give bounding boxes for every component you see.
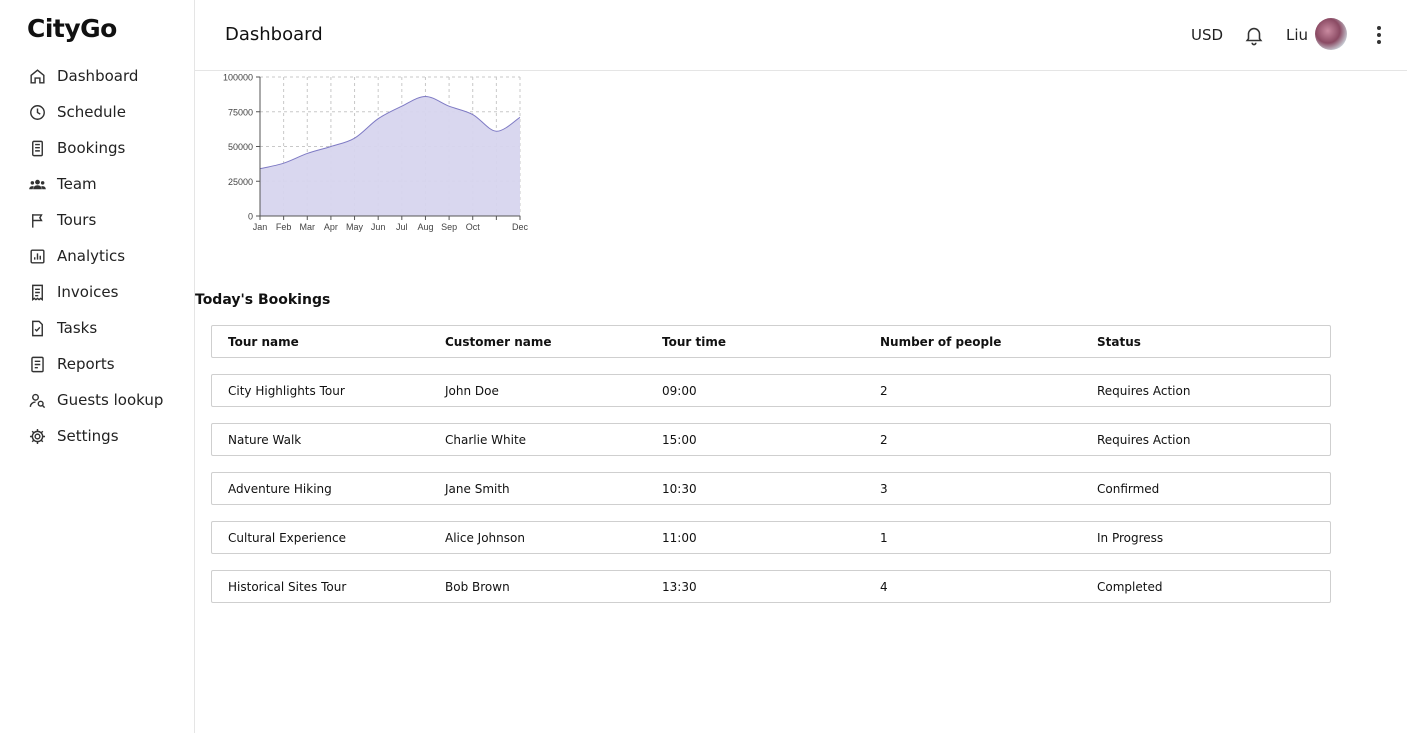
table-row[interactable]: Nature Walk Charlie White 15:00 2 Requir… <box>211 423 1331 456</box>
sidebar-item-label: Tours <box>57 211 97 229</box>
sidebar-item-analytics[interactable]: Analytics <box>0 238 195 274</box>
cell-tour-time: 13:30 <box>662 579 697 594</box>
table-row[interactable]: Adventure Hiking Jane Smith 10:30 3 Conf… <box>211 472 1331 505</box>
table-row[interactable]: City Highlights Tour John Doe 09:00 2 Re… <box>211 374 1331 407</box>
avatar[interactable] <box>1315 18 1347 50</box>
booking-icon <box>27 138 47 158</box>
kebab-menu-icon[interactable] <box>1369 24 1389 46</box>
x-tick-label: Dec <box>512 222 529 232</box>
gear-icon <box>27 426 47 446</box>
cell-number-of-people: 1 <box>880 530 888 545</box>
sidebar: CityGo Dashboard Schedule Bookings Team <box>0 0 195 733</box>
tasks-icon <box>27 318 47 338</box>
cell-tour-name: City Highlights Tour <box>228 383 345 398</box>
bell-icon[interactable] <box>1243 24 1265 46</box>
x-tick-label: Aug <box>417 222 433 232</box>
sidebar-item-label: Guests lookup <box>57 391 164 409</box>
flag-icon <box>27 210 47 230</box>
sidebar-item-label: Invoices <box>57 283 119 301</box>
sidebar-item-label: Settings <box>57 427 119 445</box>
team-icon <box>27 174 47 194</box>
cell-status: Completed <box>1097 579 1163 594</box>
sidebar-item-label: Schedule <box>57 103 126 121</box>
guest-search-icon <box>27 390 47 410</box>
sidebar-item-dashboard[interactable]: Dashboard <box>0 58 195 94</box>
y-tick-label: 25000 <box>228 177 253 187</box>
cell-customer-name: John Doe <box>445 383 499 398</box>
report-icon <box>27 354 47 374</box>
table-row[interactable]: Cultural Experience Alice Johnson 11:00 … <box>211 521 1331 554</box>
cell-status: Confirmed <box>1097 481 1160 496</box>
sidebar-item-label: Dashboard <box>57 67 139 85</box>
column-header[interactable]: Status <box>1081 335 1330 349</box>
cell-customer-name: Jane Smith <box>445 481 510 496</box>
cell-number-of-people: 2 <box>880 432 888 447</box>
clock-icon <box>27 102 47 122</box>
x-tick-label: Jun <box>371 222 386 232</box>
table-header-row: Tour name Customer name Tour time Number… <box>211 325 1331 358</box>
cell-tour-name: Cultural Experience <box>228 530 346 545</box>
analytics-icon <box>27 246 47 266</box>
sidebar-item-tasks[interactable]: Tasks <box>0 310 195 346</box>
x-tick-label: Feb <box>276 222 292 232</box>
page-title: Dashboard <box>225 24 323 45</box>
column-header[interactable]: Number of people <box>864 335 1081 349</box>
cell-customer-name: Alice Johnson <box>445 530 525 545</box>
cell-tour-time: 15:00 <box>662 432 697 447</box>
x-tick-label: Mar <box>300 222 316 232</box>
sidebar-item-reports[interactable]: Reports <box>0 346 195 382</box>
y-tick-label: 50000 <box>228 142 253 152</box>
sidebar-item-settings[interactable]: Settings <box>0 418 195 454</box>
cell-tour-name: Adventure Hiking <box>228 481 332 496</box>
x-tick-label: Apr <box>324 222 338 232</box>
sidebar-item-schedule[interactable]: Schedule <box>0 94 195 130</box>
sidebar-item-tours[interactable]: Tours <box>0 202 195 238</box>
cell-customer-name: Bob Brown <box>445 579 510 594</box>
section-title-todays-bookings: Today's Bookings <box>195 292 331 308</box>
user-name[interactable]: Liu <box>1286 26 1308 44</box>
revenue-area-chart: 0 25000 50000 75000 100000 Jan Feb Mar Apr May Jun… <box>223 73 529 233</box>
column-header[interactable]: Tour time <box>646 335 864 349</box>
sidebar-item-invoices[interactable]: Invoices <box>0 274 195 310</box>
x-tick-label: May <box>346 222 364 232</box>
y-tick-label: 100000 <box>223 73 253 83</box>
sidebar-item-bookings[interactable]: Bookings <box>0 130 195 166</box>
invoice-icon <box>27 282 47 302</box>
column-header[interactable]: Tour name <box>212 335 429 349</box>
sidebar-item-label: Tasks <box>57 319 98 337</box>
cell-tour-name: Nature Walk <box>228 432 302 447</box>
sidebar-item-label: Analytics <box>57 247 126 265</box>
cell-status: Requires Action <box>1097 432 1191 447</box>
cell-tour-time: 11:00 <box>662 530 697 545</box>
cell-status: In Progress <box>1097 530 1164 545</box>
cell-tour-time: 10:30 <box>662 481 697 496</box>
column-header[interactable]: Customer name <box>429 335 646 349</box>
x-tick-label: Sep <box>441 222 457 232</box>
app-logo[interactable]: CityGo <box>27 14 117 43</box>
table-row[interactable]: Historical Sites Tour Bob Brown 13:30 4 … <box>211 570 1331 603</box>
sidebar-item-guests-lookup[interactable]: Guests lookup <box>0 382 195 418</box>
cell-status: Requires Action <box>1097 383 1191 398</box>
cell-number-of-people: 3 <box>880 481 888 496</box>
cell-number-of-people: 4 <box>880 579 888 594</box>
cell-tour-time: 09:00 <box>662 383 697 398</box>
bookings-table: Tour name Customer name Tour time Number… <box>211 325 1331 619</box>
sidebar-item-label: Team <box>57 175 97 193</box>
y-tick-label: 0 <box>248 212 253 222</box>
cell-tour-name: Historical Sites Tour <box>228 579 347 594</box>
sidebar-item-team[interactable]: Team <box>0 166 195 202</box>
y-tick-label: 75000 <box>228 107 253 117</box>
sidebar-item-label: Bookings <box>57 139 126 157</box>
cell-number-of-people: 2 <box>880 383 888 398</box>
x-tick-label: Jan <box>253 222 268 232</box>
top-bar: Dashboard USD Liu <box>195 0 1407 71</box>
cell-customer-name: Charlie White <box>445 432 527 447</box>
x-tick-label: Oct <box>466 222 481 232</box>
x-tick-label: Jul <box>396 222 408 232</box>
sidebar-item-label: Reports <box>57 355 115 373</box>
sidebar-nav: Dashboard Schedule Bookings Team Tours A… <box>0 58 195 454</box>
home-icon <box>27 66 47 86</box>
chart-area-fill <box>260 96 520 216</box>
currency-selector[interactable]: USD <box>1191 26 1223 44</box>
